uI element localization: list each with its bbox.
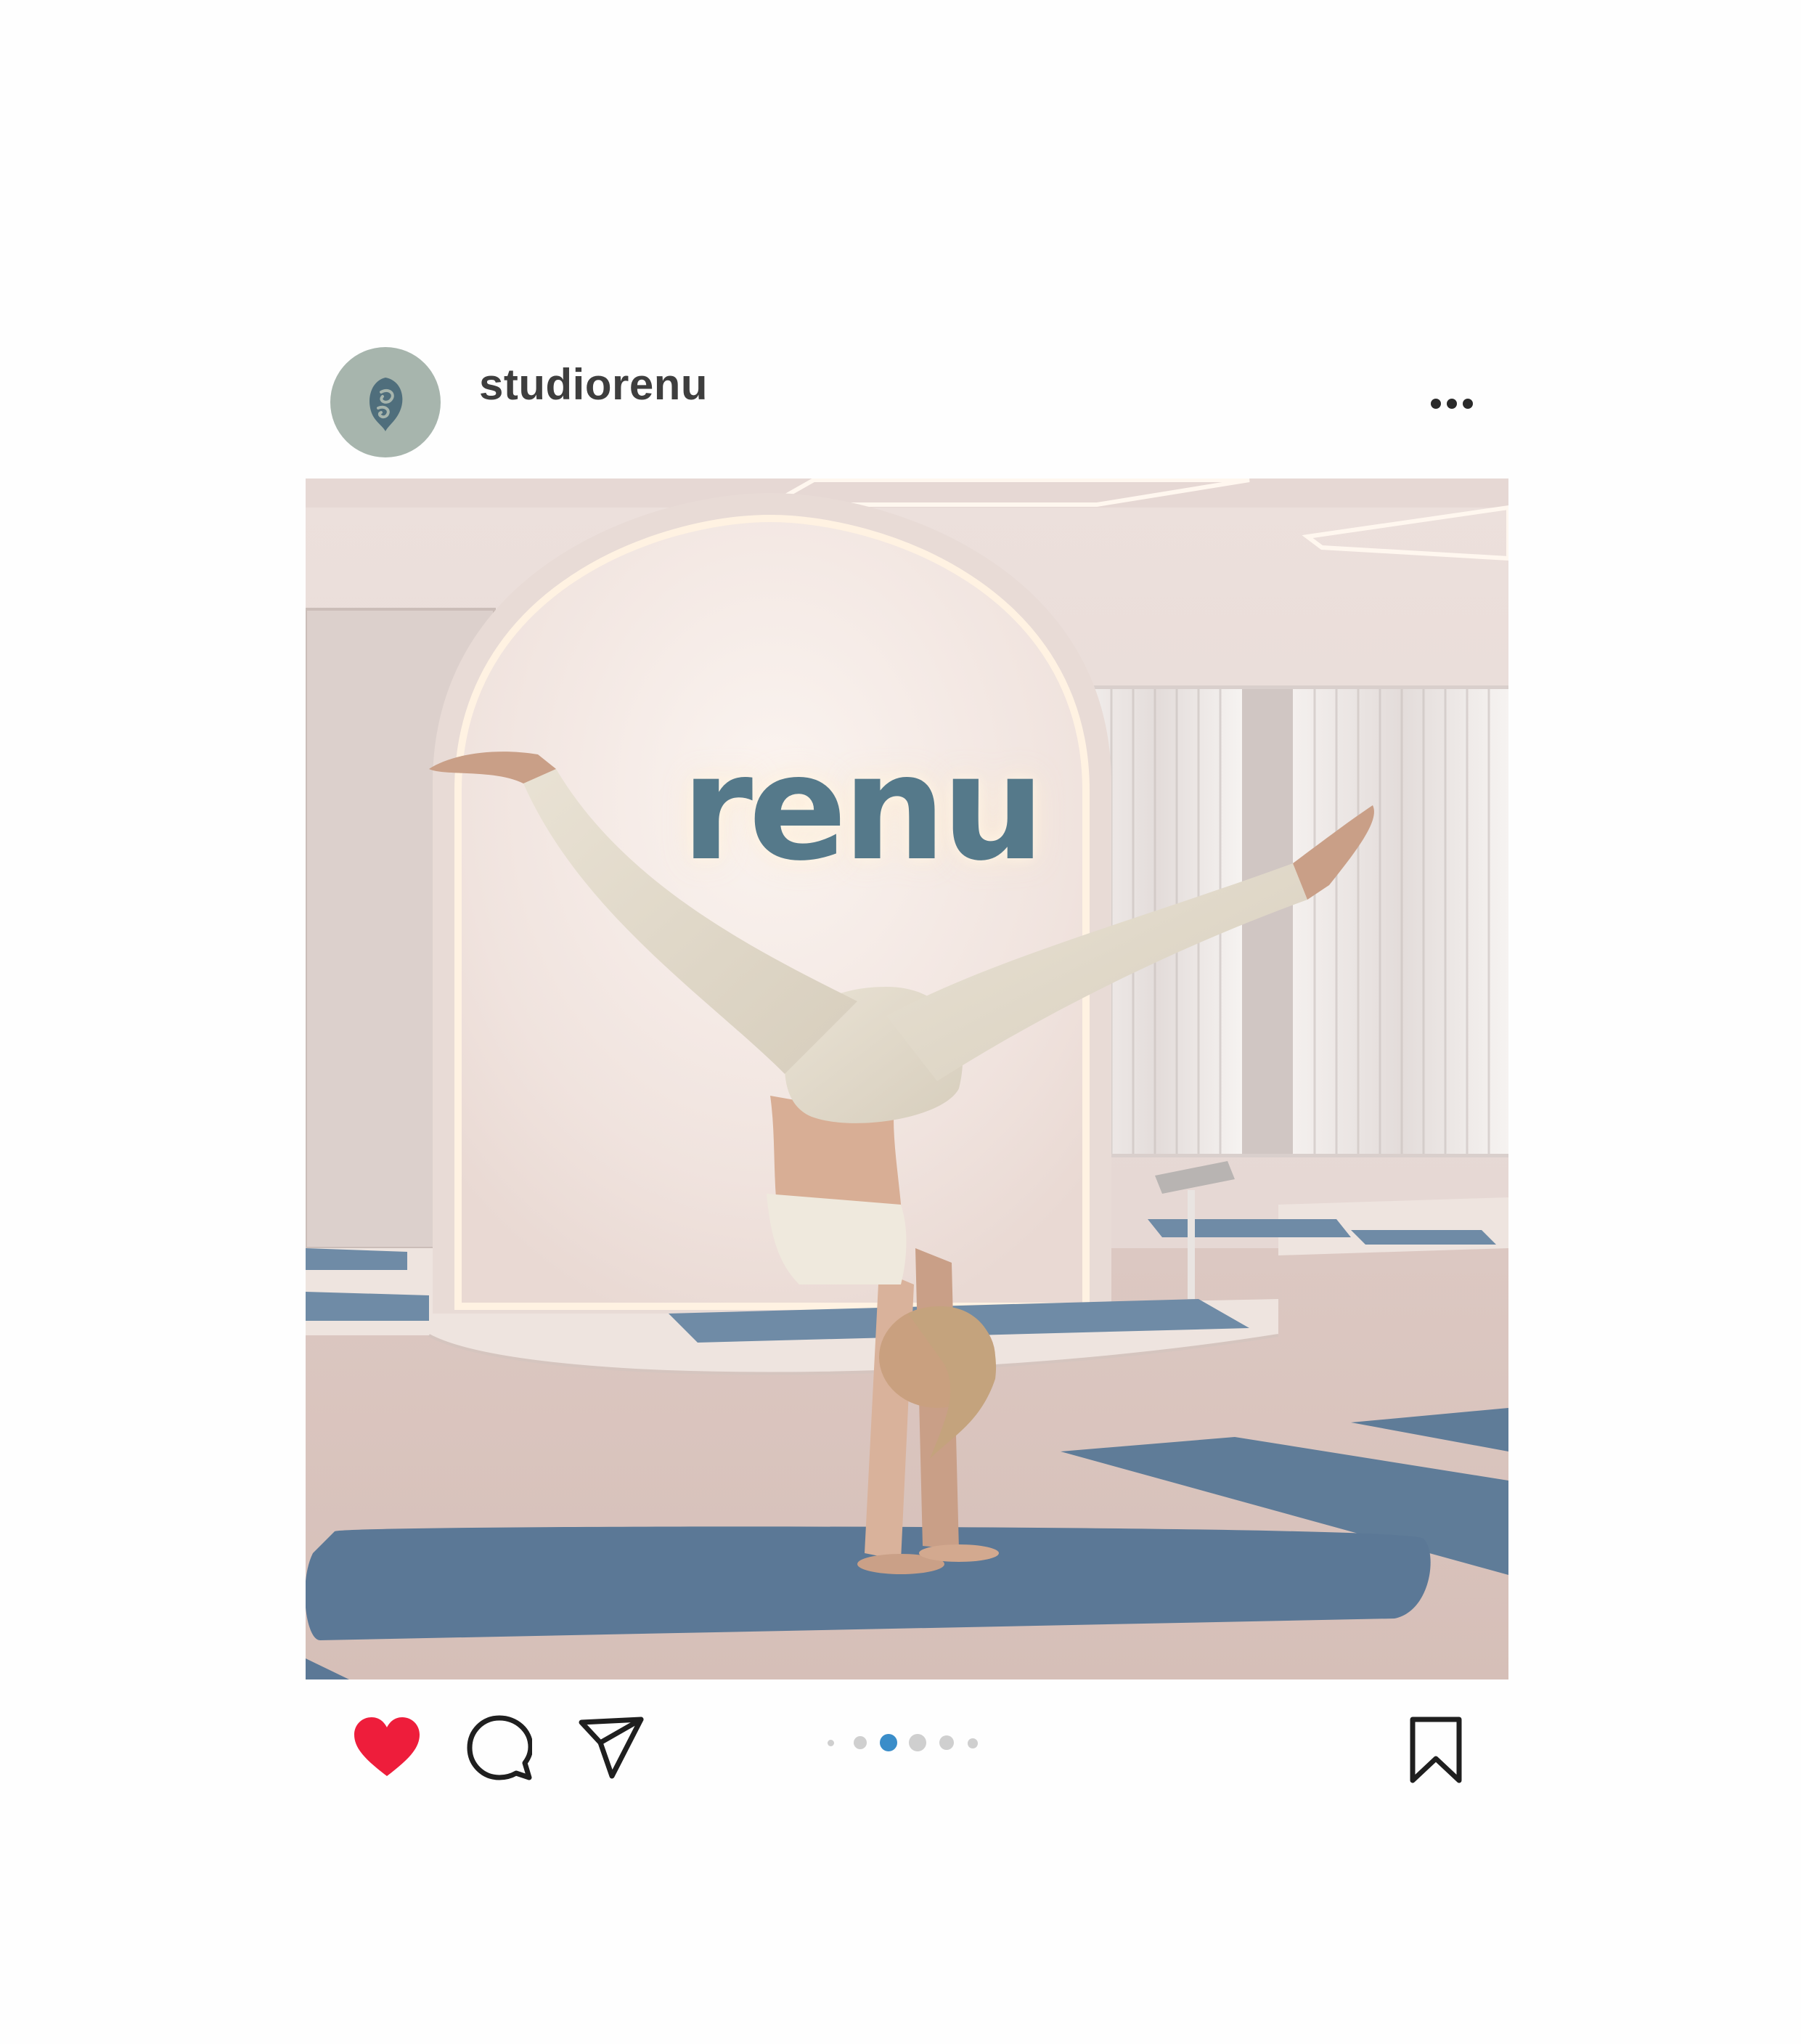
carousel-dot <box>909 1734 926 1751</box>
carousel-dot-active <box>880 1734 897 1751</box>
carousel-dot <box>939 1735 954 1750</box>
comment-bubble-icon[interactable] <box>467 1715 534 1780</box>
leaf-swirl-logo-icon <box>369 378 403 431</box>
more-options-icon[interactable] <box>1423 385 1481 418</box>
paper-plane-icon[interactable] <box>579 1717 644 1779</box>
studio-sign-text: renu <box>681 724 1045 893</box>
bookmark-icon[interactable] <box>1408 1717 1463 1783</box>
carousel-dot <box>854 1736 867 1749</box>
post-photo[interactable]: renu <box>306 479 1508 1679</box>
carousel-dot <box>968 1738 978 1748</box>
username[interactable]: studiorenu <box>479 356 708 414</box>
avatar[interactable] <box>330 347 441 457</box>
heart-filled-icon[interactable] <box>351 1715 422 1779</box>
carousel-dot <box>828 1740 834 1746</box>
carousel-indicator <box>820 1728 980 1757</box>
